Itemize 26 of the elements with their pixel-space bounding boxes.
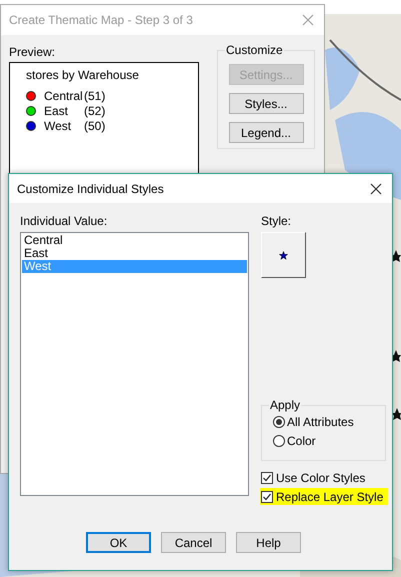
style-label: Style:: [261, 214, 292, 228]
radio-label: Color: [287, 434, 316, 448]
legend-count: (52): [84, 104, 106, 118]
legend-label: West: [44, 118, 72, 132]
window-title: Create Thematic Map - Step 3 of 3: [9, 13, 193, 27]
dialog-button[interactable]: Styles...: [228, 93, 304, 114]
dialog-button[interactable]: OK: [86, 532, 151, 553]
group-label: Apply: [269, 398, 302, 412]
legend-label: Central: [44, 88, 84, 102]
dialog-button[interactable]: Cancel: [161, 532, 226, 553]
checkbox-label: Replace Layer Style: [276, 490, 384, 504]
list-item[interactable]: Central: [22, 234, 247, 247]
window-title: Customize Individual Styles: [17, 182, 164, 196]
list-label: Individual Value:: [20, 214, 108, 228]
checkbox-label: Use Color Styles: [276, 471, 366, 485]
legend-count: (50): [84, 118, 106, 132]
value-list[interactable]: Central East West: [20, 232, 249, 496]
legend-count: (51): [84, 88, 106, 102]
dialog-button[interactable]: Legend...: [228, 122, 304, 143]
legend-title: stores by Warehouse: [26, 68, 140, 82]
dialog-button[interactable]: Help: [236, 532, 301, 553]
list-item[interactable]: East: [22, 247, 247, 260]
legend-label: East: [44, 104, 70, 118]
preview-label: Preview:: [9, 45, 56, 59]
group-label: Customize: [225, 43, 284, 57]
radio-label: All Attributes: [287, 415, 354, 429]
